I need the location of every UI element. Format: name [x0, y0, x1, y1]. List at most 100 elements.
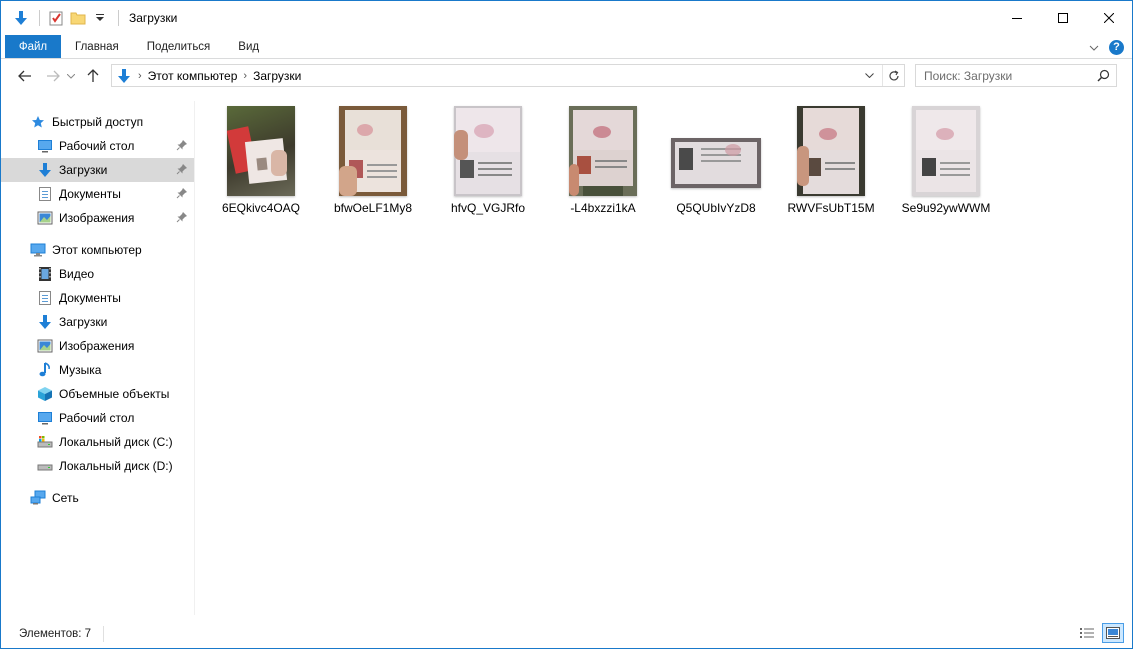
nav-item-label: Загрузки: [59, 315, 108, 329]
file-item[interactable]: Se9u92ywWWM: [893, 103, 999, 223]
nav-qa-documents[interactable]: Документы: [1, 182, 194, 206]
view-switcher: [1076, 623, 1124, 643]
nav-item-label: Локальный диск (D:): [59, 459, 173, 473]
downloads-icon: [116, 68, 132, 84]
nav-this-pc-label: Этот компьютер: [52, 243, 142, 257]
nav-pc-music[interactable]: Музыка: [1, 358, 194, 382]
desktop-icon: [37, 138, 53, 154]
file-name: 6EQkivc4OAQ: [221, 201, 301, 215]
tab-view[interactable]: Вид: [224, 35, 273, 58]
documents-icon: [37, 186, 53, 202]
file-thumbnail: [454, 106, 522, 196]
music-icon: [37, 362, 53, 378]
drive-c-icon: [37, 434, 53, 450]
drive-d-icon: [37, 458, 53, 474]
breadcrumb-downloads[interactable]: Загрузки: [253, 69, 301, 83]
nav-pc-3d-objects[interactable]: Объемные объекты: [1, 382, 194, 406]
file-thumbnail-frame: [323, 103, 423, 199]
file-thumbnail-frame: [211, 103, 311, 199]
file-item[interactable]: RWVFsUbT15M: [778, 103, 884, 223]
ribbon-right-controls: ?: [1089, 35, 1124, 59]
file-thumbnail-frame: [553, 103, 653, 199]
nav-pc-drive-c[interactable]: Локальный диск (C:): [1, 430, 194, 454]
nav-pc-video[interactable]: Видео: [1, 262, 194, 286]
downloads-icon[interactable]: [11, 8, 31, 28]
nav-this-pc[interactable]: Этот компьютер: [1, 238, 194, 262]
file-name: hfvQ_VGJRfo: [450, 201, 526, 215]
tab-home[interactable]: Главная: [61, 35, 133, 58]
recent-locations-icon[interactable]: [65, 64, 77, 88]
file-item[interactable]: 6EQkivc4OAQ: [208, 103, 314, 223]
nav-item-label: Видео: [59, 267, 95, 281]
navigation-pane: Быстрый доступ Рабочий стол Загрузки Док…: [1, 101, 195, 615]
nav-pc-desktop[interactable]: Рабочий стол: [1, 406, 194, 430]
properties-icon[interactable]: [46, 8, 66, 28]
network-icon: [30, 490, 46, 506]
toolbar-divider: [39, 10, 40, 26]
nav-qa-downloads[interactable]: Загрузки: [1, 158, 194, 182]
minimize-button[interactable]: [994, 1, 1040, 35]
3d-objects-icon: [37, 386, 53, 402]
nav-quick-access-label: Быстрый доступ: [52, 115, 144, 129]
file-item[interactable]: -L4bxzzi1kA: [550, 103, 656, 223]
file-thumbnail: [339, 106, 407, 196]
nav-pc-pictures[interactable]: Изображения: [1, 334, 194, 358]
nav-item-label: Документы: [59, 187, 121, 201]
navigation-bar: › Этот компьютер › Загрузки: [1, 59, 1132, 93]
up-button[interactable]: [81, 64, 105, 88]
file-name: -L4bxzzi1kA: [570, 201, 636, 215]
nav-item-label: Рабочий стол: [59, 139, 135, 153]
tab-file[interactable]: Файл: [5, 35, 61, 58]
close-button[interactable]: [1086, 1, 1132, 35]
tab-share[interactable]: Поделиться: [133, 35, 225, 58]
details-view-button[interactable]: [1076, 623, 1098, 643]
refresh-icon[interactable]: [882, 65, 904, 86]
forward-button[interactable]: [41, 64, 65, 88]
address-bar[interactable]: › Этот компьютер › Загрузки: [111, 64, 905, 87]
nav-pc-drive-d[interactable]: Локальный диск (D:): [1, 454, 194, 478]
customize-toolbar-icon[interactable]: [90, 8, 110, 28]
nav-quick-access[interactable]: Быстрый доступ: [1, 110, 194, 134]
nav-qa-pictures[interactable]: Изображения: [1, 206, 194, 230]
toolbar-divider: [118, 10, 119, 26]
pin-icon[interactable]: [176, 139, 188, 154]
file-item[interactable]: bfwOeLF1My8: [320, 103, 426, 223]
maximize-button[interactable]: [1040, 1, 1086, 35]
pin-icon[interactable]: [176, 163, 188, 178]
pin-icon[interactable]: [176, 211, 188, 226]
pictures-icon: [37, 210, 53, 226]
nav-item-label: Документы: [59, 291, 121, 305]
nav-item-label: Объемные объекты: [59, 387, 170, 401]
help-icon[interactable]: ?: [1109, 39, 1124, 55]
search-box[interactable]: [915, 64, 1117, 87]
search-icon[interactable]: [1097, 69, 1110, 85]
nav-item-label: Изображения: [59, 211, 135, 225]
expand-ribbon-icon[interactable]: [1089, 40, 1099, 54]
breadcrumb-this-pc[interactable]: Этот компьютер: [148, 69, 238, 83]
file-thumbnail-frame: [666, 103, 766, 199]
documents-icon: [37, 290, 53, 306]
file-thumbnail: [912, 106, 980, 196]
back-button[interactable]: [13, 64, 37, 88]
file-list: 6EQkivc4OAQ bfwOeLF1My8 hfvQ_VGJRfo -L4b…: [197, 97, 1131, 615]
nav-qa-desktop[interactable]: Рабочий стол: [1, 134, 194, 158]
desktop-icon: [37, 410, 53, 426]
nav-pc-documents[interactable]: Документы: [1, 286, 194, 310]
file-item[interactable]: Q5QUbIvYzD8: [663, 103, 769, 223]
new-folder-icon[interactable]: [68, 8, 88, 28]
large-icons-view-button[interactable]: [1102, 623, 1124, 643]
search-input[interactable]: [924, 68, 1094, 83]
file-item[interactable]: hfvQ_VGJRfo: [435, 103, 541, 223]
pin-icon[interactable]: [176, 187, 188, 202]
chevron-down-icon[interactable]: [860, 65, 878, 86]
explorer-window: Загрузки Файл Главная Поделиться Вид ? ›…: [0, 0, 1133, 649]
nav-network[interactable]: Сеть: [1, 486, 194, 510]
chevron-right-icon[interactable]: ›: [138, 70, 142, 82]
file-name: Q5QUbIvYzD8: [676, 201, 756, 215]
file-thumbnail-frame: [781, 103, 881, 199]
nav-pc-downloads[interactable]: Загрузки: [1, 310, 194, 334]
nav-item-label: Изображения: [59, 339, 135, 353]
chevron-right-icon[interactable]: ›: [243, 70, 247, 82]
quick-access-toolbar: Загрузки: [1, 1, 177, 35]
nav-item-label: Локальный диск (C:): [59, 435, 173, 449]
